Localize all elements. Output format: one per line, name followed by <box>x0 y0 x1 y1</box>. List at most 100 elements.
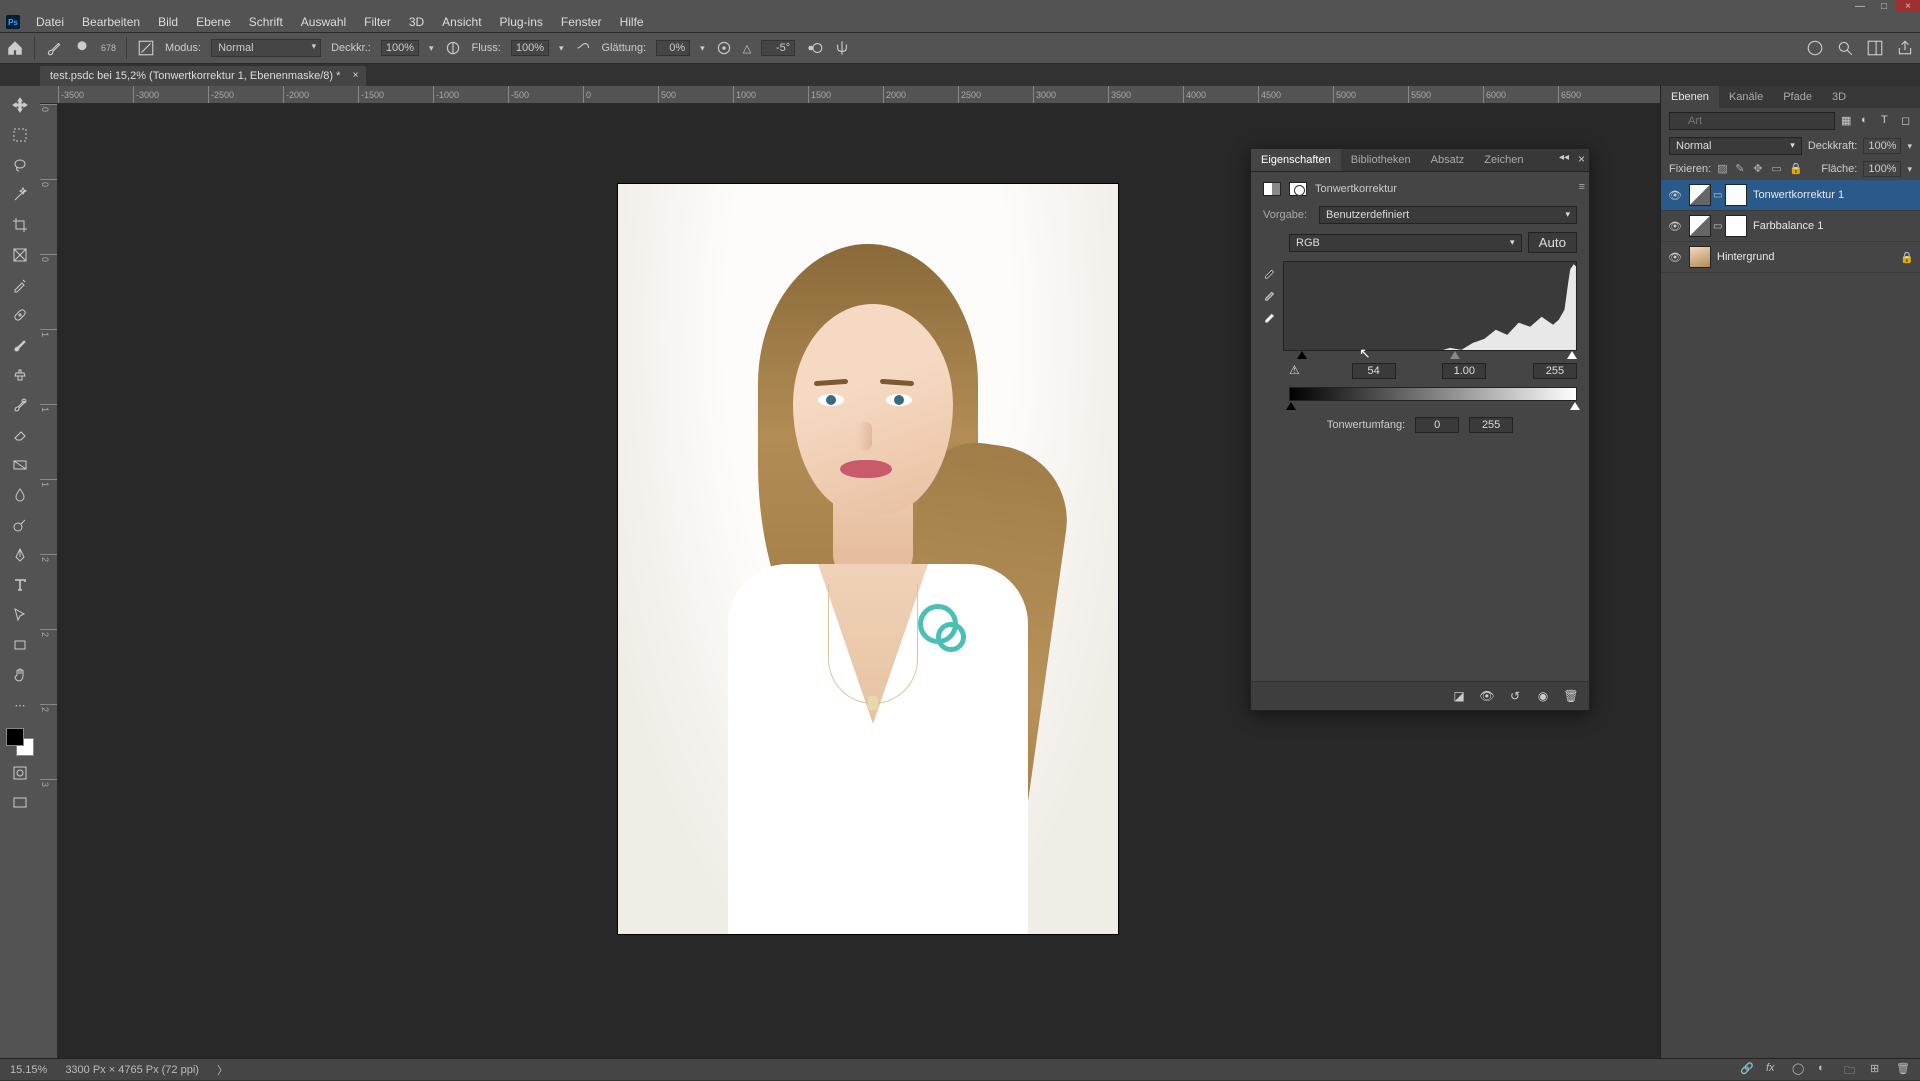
more-tools-icon[interactable]: ⋯ <box>7 692 33 718</box>
output-black-slider[interactable] <box>1286 402 1296 410</box>
document-tab[interactable]: test.psdc bei 15,2% (Tonwertkorrektur 1,… <box>40 66 366 86</box>
menu-bild[interactable]: Bild <box>150 13 186 31</box>
tab-pfade[interactable]: Pfade <box>1773 86 1822 108</box>
quickmask-tool[interactable] <box>7 760 33 786</box>
tab-ebenen[interactable]: Ebenen <box>1661 86 1719 108</box>
lock-position-icon[interactable]: ✥ <box>1753 162 1767 176</box>
panel-close-icon[interactable]: × <box>1578 152 1585 166</box>
smoothing-options-icon[interactable] <box>715 39 733 57</box>
properties-panel[interactable]: Eigenschaften Bibliotheken Absatz Zeiche… <box>1250 148 1590 711</box>
brush-preset-icon[interactable] <box>73 39 91 57</box>
window-maximize-button[interactable]: □ <box>1872 0 1896 12</box>
mask-icon[interactable] <box>1289 182 1307 196</box>
rectangle-tool[interactable] <box>7 632 33 658</box>
layer-name[interactable]: Tonwertkorrektur 1 <box>1753 189 1914 201</box>
eyedropper-tool[interactable] <box>7 272 33 298</box>
history-brush-tool[interactable] <box>7 392 33 418</box>
layer-row[interactable]: 👁▭Farbbalance 1 <box>1661 211 1920 242</box>
layer-name[interactable]: Farbbalance 1 <box>1753 220 1914 232</box>
brush-panel-icon[interactable] <box>137 39 155 57</box>
zoom-level[interactable]: 15.15% <box>10 1064 47 1076</box>
workspace-icon[interactable] <box>1866 39 1884 57</box>
airbrush-icon[interactable] <box>574 39 592 57</box>
mask-thumb[interactable] <box>1725 184 1747 206</box>
layer-name[interactable]: Hintergrund <box>1717 251 1894 263</box>
auto-button[interactable]: Auto <box>1528 232 1577 253</box>
delete-adj-icon[interactable]: 🗑 <box>1563 688 1579 704</box>
gamma-slider[interactable] <box>1450 351 1460 359</box>
eraser-tool[interactable] <box>7 422 33 448</box>
input-gamma-value[interactable] <box>1442 363 1486 379</box>
cloud-docs-icon[interactable] <box>1806 39 1824 57</box>
layer-new-icon[interactable]: ⊞ <box>1870 1062 1886 1078</box>
visibility-icon[interactable]: 👁 <box>1667 220 1683 233</box>
fx-icon[interactable]: fx <box>1766 1062 1782 1078</box>
menu-ansicht[interactable]: Ansicht <box>434 13 489 31</box>
white-point-eyedropper-icon[interactable] <box>1263 309 1277 323</box>
filter-shape-icon[interactable]: ◻ <box>1901 114 1915 128</box>
lock-icon[interactable]: 🔒 <box>1900 251 1914 264</box>
gradient-tool[interactable] <box>7 452 33 478</box>
fill-value[interactable]: 100% <box>1863 161 1901 177</box>
input-sliders[interactable]: ↖ <box>1289 351 1577 361</box>
adjustment-new-icon[interactable]: ◐ <box>1818 1062 1834 1078</box>
layer-row[interactable]: 👁▭Tonwertkorrektur 1 <box>1661 180 1920 211</box>
menu-bearbeiten[interactable]: Bearbeiten <box>74 13 148 31</box>
output-black-value[interactable] <box>1415 417 1459 433</box>
visibility-icon[interactable]: 👁 <box>1667 251 1683 264</box>
mask-new-icon[interactable]: ◯ <box>1792 1062 1808 1078</box>
visibility-icon[interactable]: 👁 <box>1667 189 1683 202</box>
menu-filter[interactable]: Filter <box>356 13 399 31</box>
blend-mode-dropdown[interactable]: Normal <box>211 39 321 57</box>
dodge-tool[interactable] <box>7 512 33 538</box>
hand-tool[interactable] <box>7 662 33 688</box>
share-icon[interactable] <box>1896 39 1914 57</box>
black-slider[interactable] <box>1297 351 1307 359</box>
path-selection-tool[interactable] <box>7 602 33 628</box>
input-black-value[interactable] <box>1352 363 1396 379</box>
layer-row[interactable]: 👁 Hintergrund 🔒 <box>1661 242 1920 273</box>
input-white-value[interactable] <box>1533 363 1577 379</box>
view-previous-icon[interactable]: ◉ <box>1535 688 1551 704</box>
window-close-button[interactable]: × <box>1896 0 1920 12</box>
menu-auswahl[interactable]: Auswahl <box>293 13 354 31</box>
clone-stamp-tool[interactable] <box>7 362 33 388</box>
lasso-tool[interactable] <box>7 152 33 178</box>
blur-tool[interactable] <box>7 482 33 508</box>
menu-ebene[interactable]: Ebene <box>188 13 239 31</box>
panel-collapse-icon[interactable]: ◂◂ <box>1559 152 1569 163</box>
frame-tool[interactable] <box>7 242 33 268</box>
search-icon[interactable] <box>1836 39 1854 57</box>
tab-kanaele[interactable]: Kanäle <box>1719 86 1773 108</box>
output-gradient[interactable] <box>1289 387 1577 401</box>
foreground-color[interactable] <box>6 728 24 746</box>
toggle-visibility-icon[interactable]: 👁 <box>1479 688 1495 704</box>
menu-datei[interactable]: Datei <box>28 13 72 31</box>
filter-type-icon[interactable]: T <box>1881 114 1895 128</box>
filter-adj-icon[interactable]: ◐ <box>1861 114 1875 128</box>
channel-dropdown[interactable]: RGB <box>1289 234 1522 252</box>
magic-wand-tool[interactable] <box>7 182 33 208</box>
window-minimize-button[interactable]: — <box>1848 0 1872 12</box>
angle-value[interactable]: -5° <box>761 40 795 56</box>
healing-brush-tool[interactable] <box>7 302 33 328</box>
document-info[interactable]: 3300 Px × 4765 Px (72 ppi) <box>65 1064 199 1076</box>
panel-menu-icon[interactable]: ≡ <box>1579 181 1585 193</box>
doc-info-chevron-icon[interactable]: 〉 <box>217 1062 228 1078</box>
menu-plugins[interactable]: Plug-ins <box>492 13 551 31</box>
home-icon[interactable] <box>6 39 24 57</box>
link-icon[interactable]: 🔗 <box>1740 1062 1756 1078</box>
preset-dropdown[interactable]: Benutzerdefiniert <box>1319 206 1577 224</box>
menu-fenster[interactable]: Fenster <box>553 13 610 31</box>
layer-opacity-value[interactable]: 100% <box>1863 138 1901 154</box>
flow-value[interactable]: 100% <box>511 40 549 56</box>
clip-to-layer-icon[interactable]: ◪ <box>1451 688 1467 704</box>
output-white-slider[interactable] <box>1570 402 1580 410</box>
delete-icon[interactable]: 🗑 <box>1896 1062 1912 1078</box>
clip-warning-icon[interactable]: ⚠ <box>1289 363 1305 379</box>
tab-eigenschaften[interactable]: Eigenschaften <box>1251 149 1341 171</box>
gray-point-eyedropper-icon[interactable] <box>1263 287 1277 301</box>
brush-tool-icon[interactable] <box>45 39 63 57</box>
mask-thumb[interactable] <box>1725 215 1747 237</box>
marquee-tool[interactable] <box>7 122 33 148</box>
